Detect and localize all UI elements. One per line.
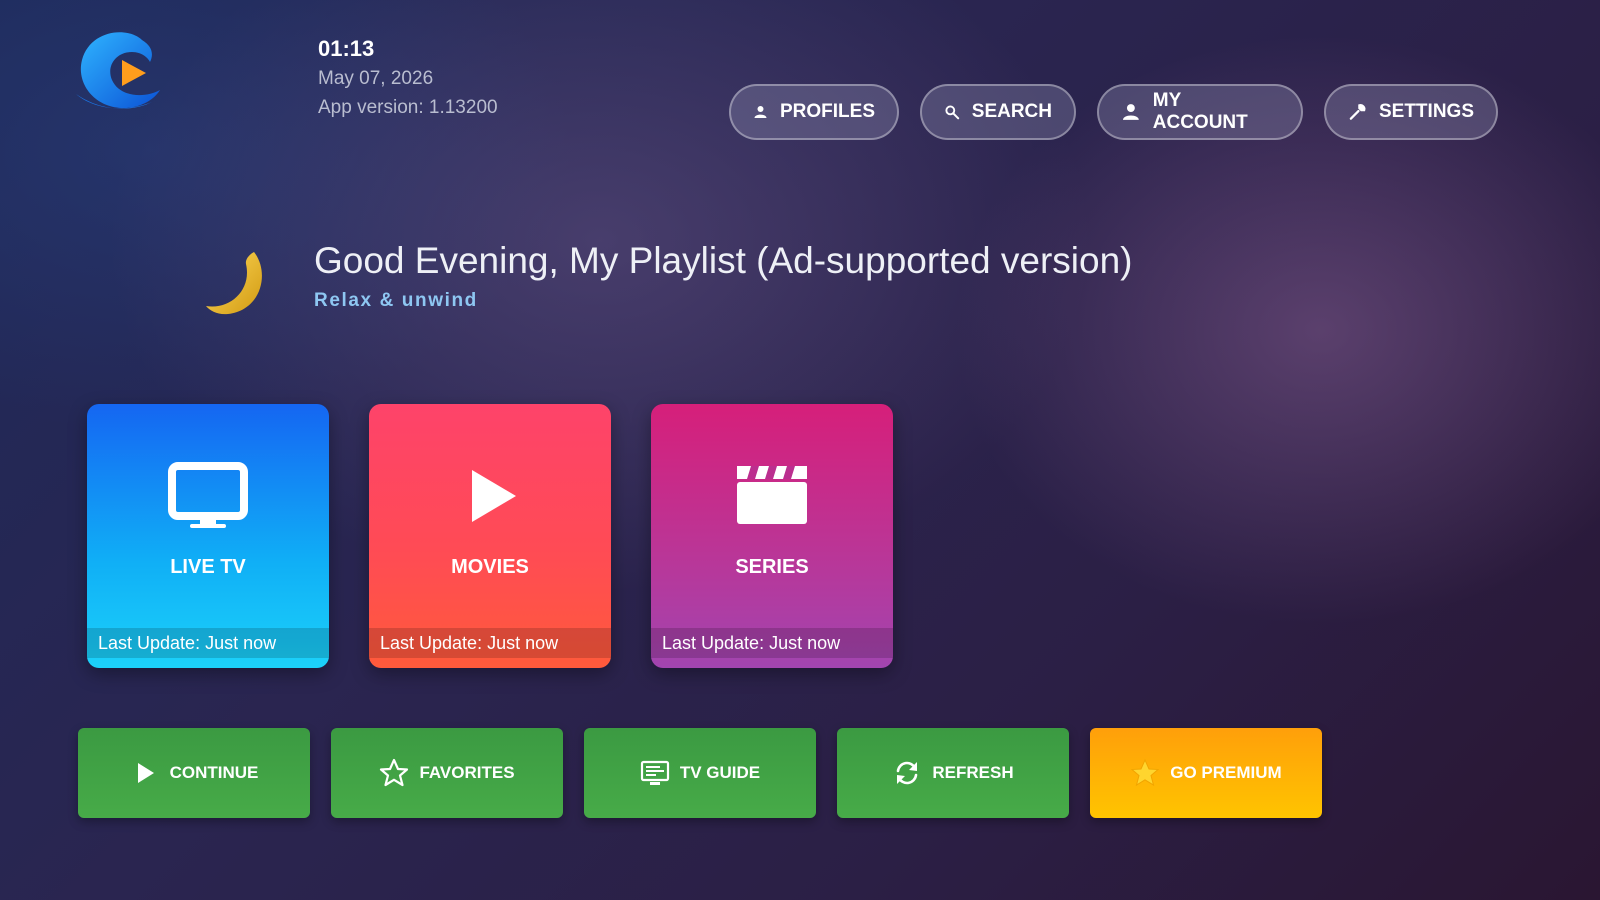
search-label: SEARCH (971, 101, 1052, 122)
settings-button[interactable]: SETTINGS (1324, 84, 1498, 140)
movies-label: MOVIES (451, 556, 529, 578)
go-premium-label: GO PREMIUM (1170, 763, 1282, 782)
tv-guide-icon (640, 760, 669, 785)
star-icon (1130, 758, 1160, 787)
favorites-label: FAVORITES (419, 763, 515, 782)
top-navigation: PROFILES SEARCH MY ACCOUNT SETTINGS (729, 84, 1498, 140)
current-date: May 07, 2026 (318, 68, 434, 89)
refresh-icon (897, 761, 918, 785)
app-version: App version: 1.13200 (318, 97, 498, 118)
tv-guide-button[interactable]: TV GUIDE (584, 728, 816, 818)
action-bar: CONTINUE FAVORITES TV GUIDE REFRESH GO P… (78, 728, 1322, 818)
movies-last-update: Last Update: Just now (369, 628, 611, 658)
live-tv-tile[interactable]: LIVE TV Last Update: Just now (87, 404, 329, 668)
tv-guide-label: TV GUIDE (679, 763, 761, 782)
greeting-section: Good Evening, My Playlist (Ad-supported … (200, 238, 1132, 324)
series-label: SERIES (735, 556, 809, 578)
user-icon (754, 106, 767, 118)
current-time: 01:13 (318, 36, 375, 61)
go-premium-button[interactable]: GO PREMIUM (1090, 728, 1322, 818)
search-icon (945, 105, 960, 120)
tv-icon (168, 462, 248, 528)
greeting-title: Good Evening, My Playlist (Ad-supported … (314, 240, 1133, 281)
continue-label: CONTINUE (169, 763, 259, 782)
greeting-subtitle: Relax & unwind (314, 290, 478, 311)
settings-label: SETTINGS (1378, 101, 1474, 122)
category-tiles: LIVE TV Last Update: Just now MOVIES Las… (87, 404, 893, 668)
clock-panel: 01:13 May 07, 2026 App version: 1.13200 (318, 36, 498, 126)
refresh-button[interactable]: REFRESH (837, 728, 1069, 818)
moon-icon (206, 252, 262, 315)
play-icon (472, 470, 516, 522)
series-last-update: Last Update: Just now (651, 628, 893, 658)
account-icon (1122, 104, 1139, 120)
search-button[interactable]: SEARCH (920, 84, 1076, 140)
profiles-button[interactable]: PROFILES (729, 84, 899, 140)
series-tile[interactable]: SERIES Last Update: Just now (651, 404, 893, 668)
live-tv-label: LIVE TV (170, 556, 246, 578)
my-account-button[interactable]: MY ACCOUNT (1097, 84, 1303, 140)
wrench-icon (1349, 104, 1366, 120)
continue-button[interactable]: CONTINUE (78, 728, 310, 818)
my-account-label: MY ACCOUNT (1152, 90, 1248, 133)
live-tv-last-update: Last Update: Just now (87, 628, 329, 658)
movies-tile[interactable]: MOVIES Last Update: Just now (369, 404, 611, 668)
favorites-button[interactable]: FAVORITES (331, 728, 563, 818)
refresh-label: REFRESH (932, 763, 1014, 782)
play-icon (137, 763, 154, 783)
clapperboard-icon (737, 466, 807, 524)
profiles-label: PROFILES (779, 101, 875, 122)
app-logo (72, 28, 164, 114)
star-outline-icon (380, 758, 409, 787)
